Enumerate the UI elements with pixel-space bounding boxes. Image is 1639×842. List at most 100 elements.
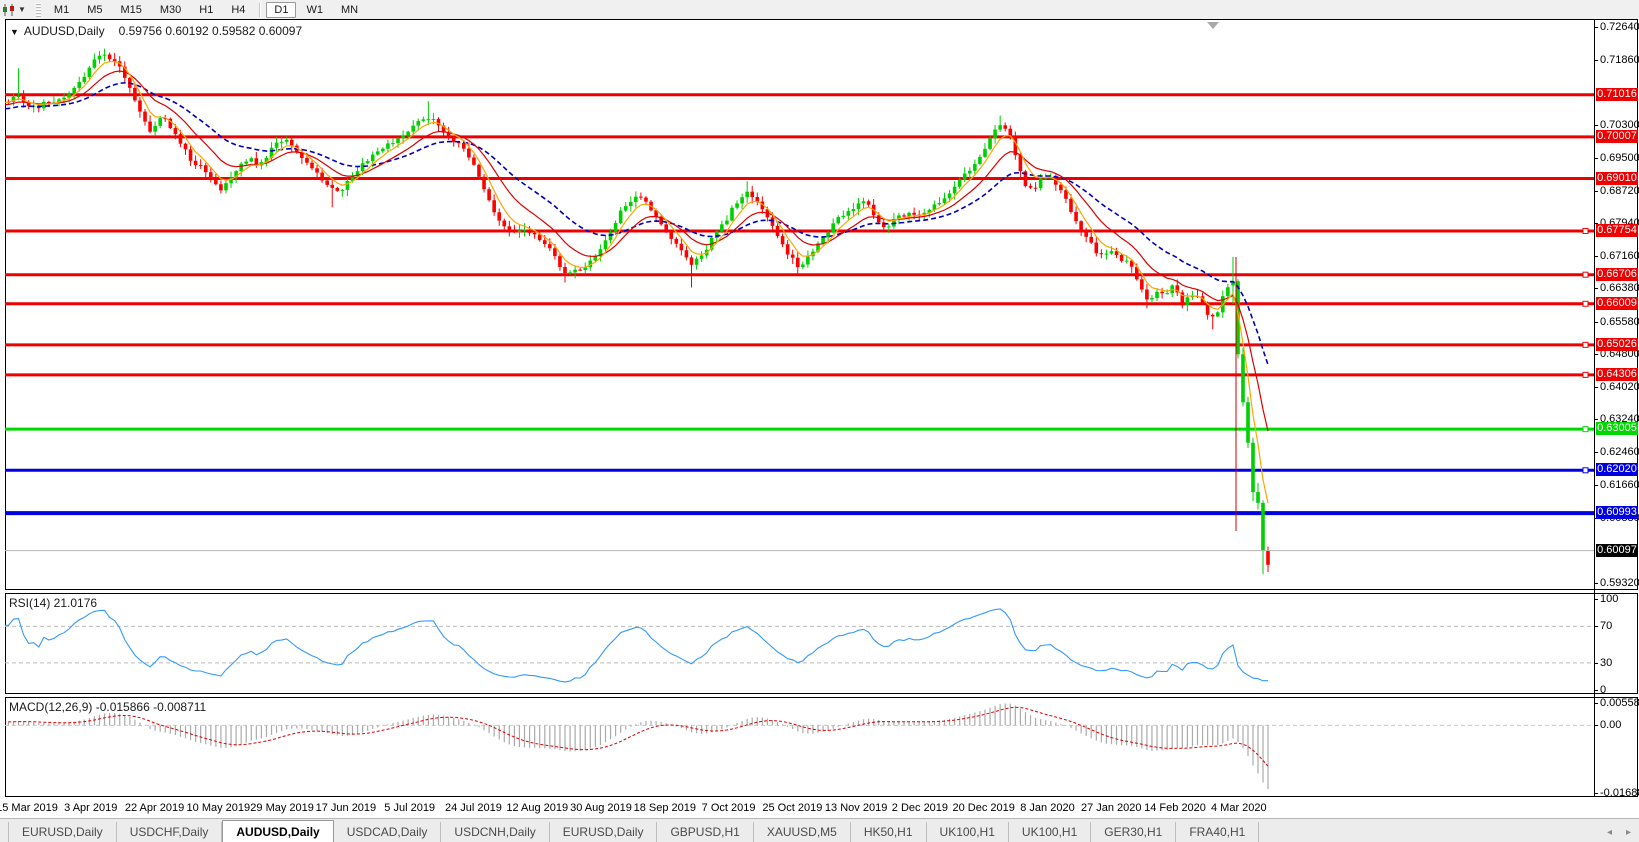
axis-tick-mark [1594, 256, 1598, 257]
timeframe-toolbar: ▼ M1M5M15M30H1H4 D1W1MN [0, 0, 1639, 19]
ma-fast-line [5, 62, 1268, 504]
tab-nav: ◂ ▸ [1607, 827, 1631, 838]
timeframe-buttons: M1M5M15M30H1H4 D1W1MN [45, 2, 367, 18]
price-level-badge: 0.65026 [1596, 338, 1638, 351]
axis-tick-mark [1594, 191, 1598, 192]
timeframe-button-mn[interactable]: MN [333, 2, 366, 18]
tab-fra40-h1[interactable]: FRA40,H1 [1176, 822, 1259, 842]
date-label: 7 Oct 2019 [702, 802, 756, 814]
axis-tick-mark [1594, 354, 1598, 355]
rsi-tick-label: 0 [1600, 684, 1638, 696]
date-label: 30 Aug 2019 [570, 802, 632, 814]
level-line-handle[interactable] [1583, 342, 1588, 347]
level-line-handle[interactable] [1583, 228, 1588, 233]
chevron-down-icon[interactable]: ▼ [18, 5, 26, 14]
tab-usdchf-daily[interactable]: USDCHF,Daily [117, 822, 223, 842]
price-level-badge: 0.70007 [1596, 130, 1638, 143]
price-tick-label: 0.68720 [1600, 185, 1638, 197]
tab-eurusd-daily[interactable]: EURUSD,Daily [550, 822, 658, 842]
timeframe-button-w1[interactable]: W1 [298, 2, 331, 18]
price-level-badge: 0.62020 [1596, 463, 1638, 476]
price-tick-label: 0.62460 [1600, 446, 1638, 458]
price-level-badge: 0.63005 [1596, 422, 1638, 435]
axis-tick-mark [1594, 60, 1598, 61]
date-label: 10 May 2019 [187, 802, 251, 814]
tab-hk50-h1[interactable]: HK50,H1 [851, 822, 927, 842]
timeframe-button-m5[interactable]: M5 [79, 2, 110, 18]
date-label: 14 Feb 2020 [1144, 802, 1206, 814]
price-tick-label: 0.66380 [1600, 282, 1638, 294]
axis-tick-mark [1594, 690, 1598, 691]
timeframe-button-h1[interactable]: H1 [191, 2, 221, 18]
rsi-line [5, 609, 1268, 682]
tab-eurusd-daily[interactable]: EURUSD,Daily [8, 822, 117, 842]
tab-nav-left-icon[interactable]: ◂ [1607, 827, 1612, 838]
price-tick-label: 0.71860 [1600, 54, 1638, 66]
chart-shift-marker-icon[interactable] [1207, 22, 1219, 29]
rsi-pane[interactable] [5, 594, 1594, 693]
rsi-tick-label: 30 [1600, 657, 1638, 669]
timeframe-button-m1[interactable]: M1 [46, 2, 77, 18]
axis-tick-mark [1594, 452, 1598, 453]
timeframe-button-m15[interactable]: M15 [112, 2, 149, 18]
chart-type-icon[interactable] [1, 3, 17, 17]
price-tick-label: 0.64020 [1600, 381, 1638, 393]
level-line-handle[interactable] [1583, 272, 1588, 277]
date-label: 17 Jun 2019 [316, 802, 377, 814]
tab-usdcnh-daily[interactable]: USDCNH,Daily [441, 822, 549, 842]
tab-ger30-h1[interactable]: GER30,H1 [1091, 822, 1176, 842]
date-axis[interactable]: 15 Mar 20193 Apr 201922 Apr 201910 May 2… [0, 796, 1639, 818]
toolbar-separator [259, 3, 260, 17]
tab-uk100-h1[interactable]: UK100,H1 [927, 822, 1009, 842]
price-tick-label: 0.72640 [1600, 21, 1638, 33]
axis-tick-mark [1594, 387, 1598, 388]
level-line-handle[interactable] [1583, 301, 1588, 306]
date-label: 27 Jan 2020 [1081, 802, 1142, 814]
date-label: 18 Sep 2019 [634, 802, 696, 814]
current-price-badge: 0.60097 [1596, 544, 1638, 557]
level-line-handle[interactable] [1583, 372, 1588, 377]
tab-uk100-h1[interactable]: UK100,H1 [1009, 822, 1091, 842]
level-line-handle[interactable] [1583, 427, 1588, 432]
tab-xauusd-m5[interactable]: XAUUSD,M5 [754, 822, 851, 842]
macd-pane[interactable] [5, 698, 1594, 796]
price-level-badge: 0.66009 [1596, 297, 1638, 310]
price-level-badge: 0.67754 [1596, 224, 1638, 237]
main-chart-pane[interactable] [5, 20, 1594, 588]
tab-audusd-daily[interactable]: AUDUSD,Daily [222, 820, 333, 842]
axis-tick-mark [1594, 419, 1598, 420]
axis-tick-mark [1594, 599, 1598, 600]
macd-indicator-label: MACD(12,26,9) -0.015866 -0.008711 [9, 700, 206, 714]
axis-tick-mark [1594, 583, 1598, 584]
axis-tick-mark [1594, 485, 1598, 486]
macd-histogram [5, 703, 1268, 789]
date-label: 24 Jul 2019 [445, 802, 502, 814]
timeframe-button-m30[interactable]: M30 [152, 2, 189, 18]
axis-tick-mark [1594, 663, 1598, 664]
axis-tick-mark [1594, 158, 1598, 159]
tab-usdcad-daily[interactable]: USDCAD,Daily [334, 822, 442, 842]
price-tick-label: 0.69500 [1600, 152, 1638, 164]
date-label: 25 Oct 2019 [762, 802, 822, 814]
timeframe-button-d1[interactable]: D1 [266, 2, 296, 18]
axis-tick-mark [1594, 288, 1598, 289]
macd-tick-label: 0.00 [1600, 719, 1638, 731]
level-line-handle[interactable] [1583, 468, 1588, 473]
axis-tick-mark [1594, 793, 1598, 794]
tab-nav-right-icon[interactable]: ▸ [1626, 827, 1631, 838]
price-level-badge: 0.71016 [1596, 88, 1638, 101]
axis-tick-mark [1594, 626, 1598, 627]
tab-gbpusd-h1[interactable]: GBPUSD,H1 [657, 822, 753, 842]
price-tick-label: 0.65580 [1600, 316, 1638, 328]
toolbar-grip[interactable] [36, 3, 41, 17]
axis-tick-mark [1594, 725, 1598, 726]
timeframe-button-h4[interactable]: H4 [223, 2, 253, 18]
axis-tick-mark [1594, 703, 1598, 704]
date-label: 20 Dec 2019 [952, 802, 1014, 814]
collapse-arrow-icon[interactable]: ▼ [10, 27, 19, 37]
date-label: 13 Nov 2019 [825, 802, 887, 814]
chart-title: ▼AUDUSD,Daily0.59756 0.60192 0.59582 0.6… [10, 24, 302, 38]
chart-title-symbol: AUDUSD,Daily [24, 24, 105, 38]
price-tick-label: 0.61660 [1600, 479, 1638, 491]
chart-tab-bar: EURUSD,DailyUSDCHF,DailyAUDUSD,DailyUSDC… [0, 818, 1639, 842]
